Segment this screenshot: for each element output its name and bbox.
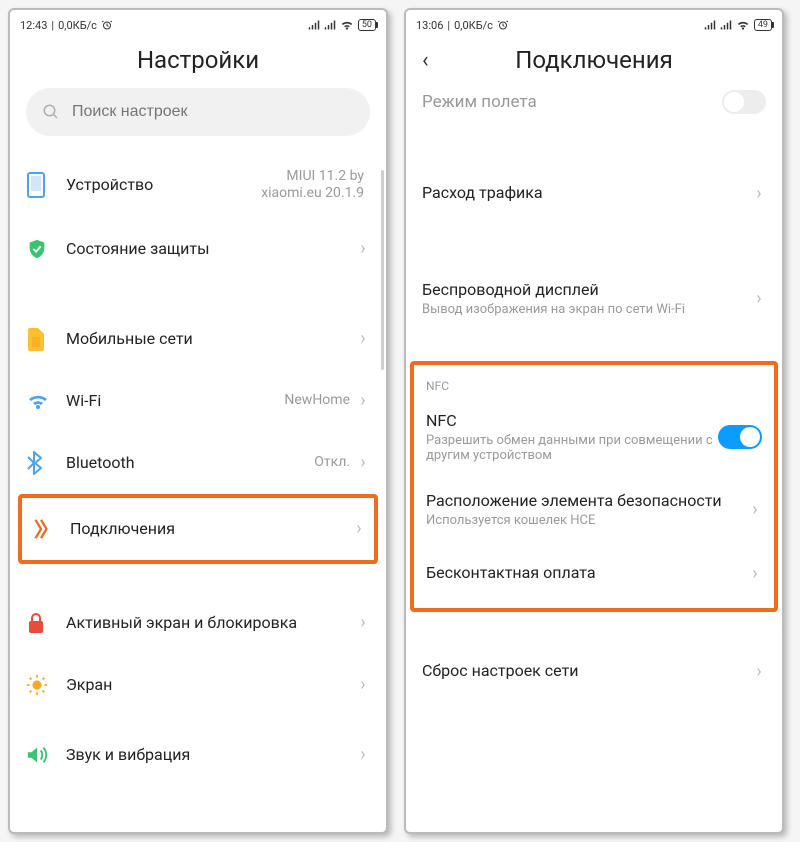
chevron-right-icon: › <box>356 452 370 473</box>
chevron-right-icon: › <box>356 238 370 259</box>
status-bar: 13:06 | 0,0КБ/с 49 <box>406 10 782 40</box>
row-connections[interactable]: Подключения › <box>22 498 374 560</box>
alarm-icon <box>101 19 113 31</box>
row-sound[interactable]: Звук и вибрация › <box>10 716 386 778</box>
row-wireless-display[interactable]: Беспроводной дисплей Вывод изображения н… <box>406 264 782 333</box>
chevron-right-icon: › <box>356 674 370 695</box>
row-label: Устройство <box>66 175 186 195</box>
shield-icon <box>26 237 66 261</box>
connections-list: Расход трафика › Беспроводной дисплей Вы… <box>406 162 782 702</box>
sun-icon <box>26 674 66 696</box>
nfc-toggle[interactable] <box>718 425 762 449</box>
back-button[interactable]: ‹ <box>422 48 454 73</box>
phone-settings: 12:43 | 0,0КБ/с 50 Настройки <box>8 8 388 834</box>
row-label: Беспроводной дисплей <box>422 280 752 300</box>
signal-icon-2 <box>324 19 336 31</box>
row-subtitle: Разрешить обмен данными при совмещении с… <box>426 433 718 463</box>
signal-icon-2 <box>720 19 732 31</box>
row-label: Подключения <box>70 519 352 539</box>
highlight-connections: Подключения › <box>18 494 378 564</box>
airplane-toggle[interactable] <box>722 90 766 114</box>
row-label: Активный экран и блокировка <box>66 613 356 633</box>
signal-icon <box>308 19 320 31</box>
row-lockscreen[interactable]: Активный экран и блокировка › <box>10 592 386 654</box>
battery-icon: 49 <box>754 19 772 31</box>
row-value: NewHome <box>284 392 350 409</box>
lock-icon <box>26 612 66 634</box>
wifi-icon <box>736 19 750 31</box>
row-reset-network[interactable]: Сброс настроек сети › <box>406 640 782 702</box>
battery-level: 49 <box>758 20 768 30</box>
device-icon <box>26 172 66 198</box>
search-icon <box>42 103 60 121</box>
row-label: Состояние защиты <box>66 239 356 259</box>
status-bar: 12:43 | 0,0КБ/с 50 <box>10 10 386 40</box>
search-input[interactable] <box>72 103 354 121</box>
row-label: Бесконтактная оплата <box>426 563 748 583</box>
chevron-right-icon: › <box>748 563 762 584</box>
battery-level: 50 <box>362 20 372 30</box>
sim-icon <box>26 327 66 351</box>
wifi-icon <box>340 19 354 31</box>
row-label: Bluetooth <box>66 453 314 473</box>
chevron-right-icon: › <box>752 661 766 682</box>
connections-icon <box>30 518 70 540</box>
settings-list: Устройство MIUI 11.2 by xiaomi.eu 20.1.9… <box>10 152 386 778</box>
row-security-status[interactable]: Состояние защиты › <box>10 218 386 280</box>
highlight-nfc-section: NFC NFC Разрешить обмен данными при совм… <box>410 361 778 612</box>
chevron-right-icon: › <box>356 328 370 349</box>
signal-icon <box>704 19 716 31</box>
row-wifi[interactable]: Wi-Fi NewHome › <box>10 370 386 432</box>
row-label: Режим полета <box>422 92 537 112</box>
status-separator: | <box>51 19 54 32</box>
chevron-right-icon: › <box>352 518 366 539</box>
status-speed: 0,0КБ/с <box>58 19 97 32</box>
sound-icon <box>26 745 66 765</box>
phone-connections: 13:06 | 0,0КБ/с 49 ‹ Подключения <box>404 8 784 834</box>
page-header: ‹ Подключения <box>406 40 782 88</box>
row-contactless-payment[interactable]: Бесконтактная оплата › <box>414 542 774 604</box>
page-title: Настройки <box>137 46 259 74</box>
row-label: Сброс настроек сети <box>422 661 752 681</box>
chevron-right-icon: › <box>752 288 766 309</box>
row-label: Расположение элемента безопасности <box>426 491 748 511</box>
chevron-right-icon: › <box>356 744 370 765</box>
row-value: MIUI 11.2 by xiaomi.eu 20.1.9 <box>224 168 364 202</box>
wifi-icon <box>26 391 66 411</box>
row-data-usage[interactable]: Расход трафика › <box>406 162 782 224</box>
row-mobile-networks[interactable]: Мобильные сети › <box>10 308 386 370</box>
status-separator: | <box>447 19 450 32</box>
chevron-right-icon: › <box>748 499 762 520</box>
chevron-right-icon: › <box>356 612 370 633</box>
row-secure-element[interactable]: Расположение элемента безопасности Испол… <box>414 477 774 542</box>
status-speed: 0,0КБ/с <box>454 19 493 32</box>
row-value: Откл. <box>314 454 350 471</box>
row-display[interactable]: Экран › <box>10 654 386 716</box>
search-input-container[interactable] <box>26 88 370 136</box>
row-nfc[interactable]: NFC Разрешить обмен данными при совмещен… <box>414 397 774 477</box>
row-airplane-partial[interactable]: Режим полета <box>406 88 782 122</box>
battery-icon: 50 <box>358 19 376 31</box>
row-label: Wi-Fi <box>66 391 284 411</box>
row-label: Расход трафика <box>422 183 752 203</box>
section-label-nfc: NFC <box>414 369 774 397</box>
row-label: Звук и вибрация <box>66 745 356 765</box>
status-time: 13:06 <box>416 19 443 32</box>
row-bluetooth[interactable]: Bluetooth Откл. › <box>10 432 386 494</box>
page-title: Подключения <box>454 46 734 74</box>
row-device[interactable]: Устройство MIUI 11.2 by xiaomi.eu 20.1.9 <box>10 152 386 218</box>
chevron-right-icon: › <box>752 183 766 204</box>
alarm-icon <box>497 19 509 31</box>
row-label: NFC <box>426 411 718 431</box>
chevron-right-icon: › <box>356 390 370 411</box>
bluetooth-icon <box>26 451 66 475</box>
row-label: Экран <box>66 675 356 695</box>
row-subtitle: Вывод изображения на экран по сети Wi-Fi <box>422 302 752 317</box>
row-label: Мобильные сети <box>66 329 356 349</box>
row-subtitle: Используется кошелек HCE <box>426 513 748 528</box>
status-time: 12:43 <box>20 19 47 32</box>
page-header: Настройки <box>10 40 386 88</box>
